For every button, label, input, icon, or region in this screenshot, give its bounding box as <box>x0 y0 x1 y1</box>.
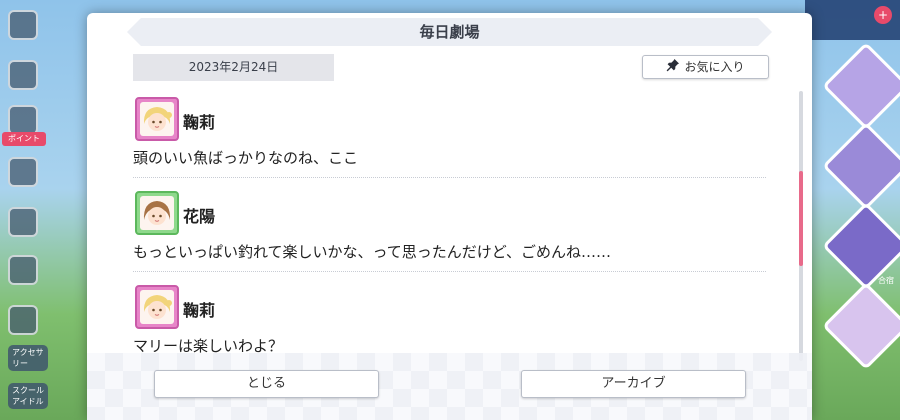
dialog-line: もっといっぱい釣れて楽しいかな、って思ったんだけど、ごめんね…… <box>133 243 612 261</box>
favorite-button[interactable]: お気に入り <box>642 55 769 79</box>
close-button[interactable]: とじる <box>154 370 379 398</box>
modal-title: 毎日劇場 <box>419 23 480 41</box>
speaker-avatar <box>135 191 179 235</box>
menu-tile-2[interactable] <box>822 122 900 210</box>
game-sidebar: ポイント アクセサリー スクール アイドル <box>0 0 48 420</box>
pin-icon <box>666 57 680 79</box>
daily-theater-modal: 毎日劇場 2023年2月24日 お気に入り 鞠莉 頭のいい魚ばっかりなのね、ここ… <box>87 13 812 420</box>
speaker-name: 花陽 <box>183 207 216 226</box>
dialog-separator <box>133 271 766 272</box>
speaker-name: 鞠莉 <box>183 113 216 132</box>
dialog-line: 頭のいい魚ばっかりなのね、ここ <box>133 149 359 167</box>
camp-label: 合宿 <box>878 276 894 285</box>
avatar-portrait <box>140 196 174 230</box>
trophy-icon[interactable] <box>8 255 38 285</box>
dialog-scroll-area[interactable]: 鞠莉 頭のいい魚ばっかりなのね、ここ 花陽 もっといっぱい釣れて楽しいかな、って <box>87 89 812 364</box>
expand-icon[interactable] <box>8 305 38 335</box>
dialog-separator <box>133 177 766 178</box>
modal-title-bar: 毎日劇場 <box>127 18 772 46</box>
menu-icon[interactable] <box>8 10 38 40</box>
share-icon[interactable] <box>8 207 38 237</box>
point-badge: ポイント <box>2 132 46 146</box>
add-icon[interactable]: + <box>874 6 892 24</box>
notice-icon[interactable] <box>8 60 38 90</box>
menu-tile-4[interactable] <box>822 282 900 370</box>
speaker-avatar <box>135 285 179 329</box>
speaker-avatar <box>135 97 179 141</box>
avatar-portrait <box>140 102 174 136</box>
speaker-name: 鞠莉 <box>183 301 216 320</box>
date-label: 2023年2月24日 <box>133 54 334 81</box>
school-idol-button[interactable]: スクール アイドル <box>8 383 48 409</box>
archive-button[interactable]: アーカイブ <box>521 370 746 398</box>
gift-icon[interactable] <box>8 105 38 135</box>
favorite-label: お気に入り <box>684 60 745 74</box>
accessory-button[interactable]: アクセサリー <box>8 345 48 371</box>
avatar-portrait <box>140 290 174 324</box>
game-right-panel: + 合宿 <box>805 0 900 420</box>
scrollbar-thumb[interactable] <box>799 171 803 266</box>
present-icon[interactable] <box>8 157 38 187</box>
menu-tile-1[interactable] <box>822 42 900 130</box>
